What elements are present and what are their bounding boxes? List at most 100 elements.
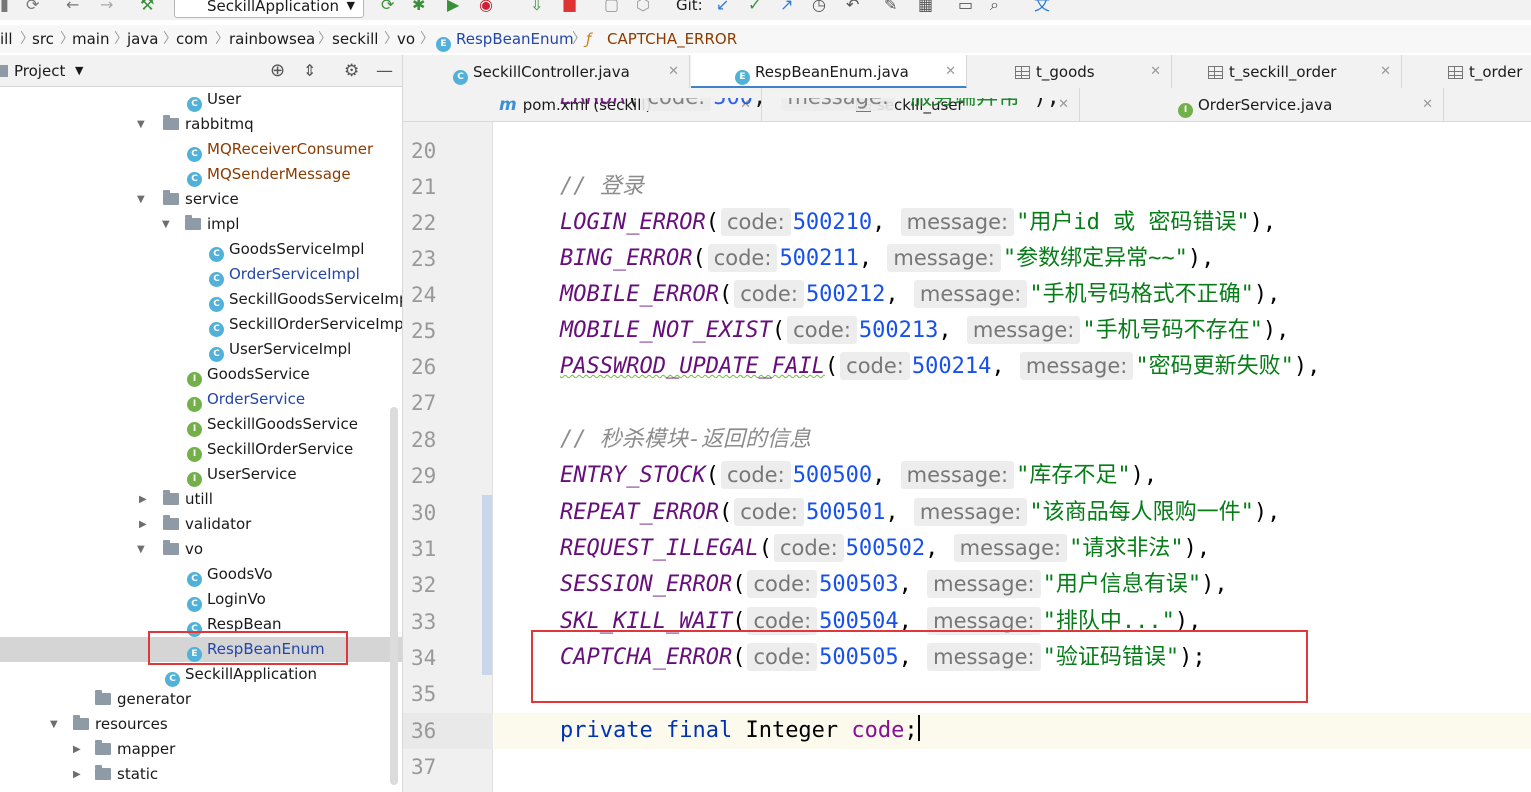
expand-arrow-icon[interactable]: ▼ [137,187,145,212]
project-panel-title[interactable]: Project [14,55,65,87]
tab-resp-bean-enum[interactable]: E RespBeanEnum.java ✕ [691,55,967,89]
forward-arrow-icon[interactable]: → [100,0,113,16]
search-icon[interactable]: ⌕ [990,0,999,16]
chevron-right-icon: 〉 [215,31,229,47]
debug-icon[interactable]: ✱ [412,0,425,16]
collapsed-arrow-icon[interactable]: ▶ [73,737,81,762]
tree-item[interactable]: ▶ utill [0,487,402,512]
breadcrumb-item[interactable]: vo [397,25,415,53]
coverage-icon[interactable]: ▶ [447,0,459,16]
close-icon[interactable]: ✕ [668,55,679,89]
package-icon[interactable]: ⬡ [636,0,650,16]
code-line[interactable]: REPEAT_ERROR(code: 500501, message: "该商品每人… [560,495,1280,531]
tree-item[interactable]: I SeckillOrderService [0,437,402,462]
tree-item[interactable]: ▶ static [0,762,402,787]
expand-arrow-icon[interactable]: ▼ [162,212,170,237]
tree-item[interactable]: ▼ vo [0,537,402,562]
close-icon[interactable]: ✕ [1380,55,1391,89]
tab-order-service[interactable]: I OrderService.java ✕ [1081,88,1444,122]
stop-icon[interactable]: ■ [562,0,577,16]
collapse-all-icon[interactable]: ⇕ [303,55,316,87]
project-structure-icon[interactable]: ▦ [918,0,933,16]
code-line[interactable]: PASSWROD_UPDATE_FAIL(code: 500214, messag… [560,349,1320,385]
tab-t-goods[interactable]: t_goods ✕ [968,55,1172,89]
tree-item[interactable]: C User [0,87,402,112]
tree-item[interactable]: generator [0,687,402,712]
rollback-icon[interactable]: ↶ [846,0,859,16]
tree-item[interactable]: I SeckillGoodsService [0,412,402,437]
back-arrow-icon[interactable]: ← [66,0,79,16]
run-configuration-select[interactable]: SeckillApplication ▼ [174,0,364,18]
build-hammer-icon[interactable]: ⚒ [140,0,154,16]
git-update-icon[interactable]: ↙ [716,0,729,16]
expand-arrow-icon[interactable]: ▼ [137,537,145,562]
tree-item[interactable]: C SeckillApplication [0,662,402,687]
chevron-down-icon[interactable]: ▼ [75,55,83,87]
tree-item[interactable]: C MQSenderMessage [0,162,402,187]
attach-icon[interactable]: ⇩ [530,0,543,16]
class-icon: C [187,597,202,612]
breadcrumb-item[interactable]: CAPTCHA_ERROR [607,25,737,53]
tree-item[interactable]: I OrderService [0,387,402,412]
tab-seckill-controller[interactable]: C SeckillController.java ✕ [403,55,690,89]
collapsed-arrow-icon[interactable]: ▶ [139,512,147,537]
history-icon[interactable]: ◷ [812,0,826,16]
expand-arrow-icon[interactable]: ▼ [137,112,145,137]
text-cursor [917,715,920,741]
tree-item[interactable]: C UserServiceImpl [0,337,402,362]
tree-item[interactable]: ▶ mapper [0,737,402,762]
code-line[interactable]: REQUEST_ILLEGAL(code: 500502, message: "请求… [560,531,1210,567]
tab-t-order[interactable]: t_order [1403,55,1531,89]
tree-item[interactable]: ▼ rabbitmq [0,112,402,137]
code-line[interactable]: ENTRY_STOCK(code: 500500, message: "库存不足")… [560,458,1157,494]
close-icon[interactable]: ✕ [1150,55,1161,89]
expand-arrow-icon[interactable]: ▼ [50,712,58,737]
tree-item[interactable]: ▼ resources [0,712,402,737]
gear-icon[interactable]: ⚙ [344,55,359,87]
tree-item[interactable]: C LoginVo [0,587,402,612]
tree-item[interactable]: C GoodsVo [0,562,402,587]
tree-item[interactable]: I GoodsService [0,362,402,387]
code-line[interactable]: SESSION_ERROR(code: 500503, message: "用户信息… [560,567,1228,603]
run-icon[interactable]: ⟳ [381,0,394,16]
wrench-icon[interactable]: ✎ [884,0,897,16]
tree-item[interactable]: C GoodsServiceImpl [0,237,402,262]
locate-icon[interactable]: ⊕ [270,55,285,87]
git-push-icon[interactable]: ↗ [780,0,793,16]
tree-item[interactable]: C SeckillOrderServiceImpl [0,312,402,337]
terminal-icon[interactable]: ▭ [958,0,973,16]
code-line[interactable]: BING_ERROR(code: 500211, message: "参数绑定异常~… [560,241,1214,277]
breadcrumb-item[interactable]: ill [0,25,13,53]
breadcrumb-item[interactable]: main [72,25,109,53]
layout-icon[interactable]: ▢ [604,0,619,16]
sync-icon[interactable]: ⟳ [26,0,39,16]
code-line[interactable]: LOGIN_ERROR(code: 500210, message: "用户id 或… [560,205,1276,241]
tab-t-seckill-order[interactable]: t_seckill_order ✕ [1173,55,1402,89]
git-commit-icon[interactable]: ✓ [748,0,761,16]
collapsed-arrow-icon[interactable]: ▶ [73,762,81,787]
tree-scrollbar[interactable] [390,407,398,785]
breadcrumb-item[interactable]: src [32,25,54,53]
tree-item[interactable]: C MQReceiverConsumer [0,137,402,162]
close-icon[interactable]: ✕ [1422,88,1433,122]
breadcrumb-item[interactable]: com [176,25,208,53]
breadcrumb-item[interactable]: seckill [332,25,378,53]
code-line-field[interactable]: private final Integer code; [560,713,920,749]
tree-item[interactable]: ▶ validator [0,512,402,537]
code-line[interactable]: MOBILE_ERROR(code: 500212, message: "手机号码格… [560,277,1280,313]
tree-item[interactable]: I UserService [0,462,402,487]
breadcrumb-item[interactable]: java [127,25,158,53]
breadcrumb-item[interactable]: rainbowsea [229,25,315,53]
tree-item[interactable]: ▼ impl [0,212,402,237]
tree-item[interactable]: C SeckillGoodsServiceImp [0,287,402,312]
breadcrumb-item[interactable]: RespBeanEnum [456,25,574,53]
tree-item[interactable]: ▼ service [0,187,402,212]
translate-icon[interactable]: 文 [1034,0,1050,16]
hammer-icon[interactable]: ▮ [0,0,9,16]
collapsed-arrow-icon[interactable]: ▶ [139,487,147,512]
tree-item[interactable]: C OrderServiceImpl [0,262,402,287]
minimize-icon[interactable]: — [376,55,393,87]
close-icon[interactable]: ✕ [945,55,956,89]
profile-icon[interactable]: ◉ [479,0,493,16]
code-line[interactable]: MOBILE_NOT_EXIST(code: 500213, message: "手… [560,313,1289,349]
